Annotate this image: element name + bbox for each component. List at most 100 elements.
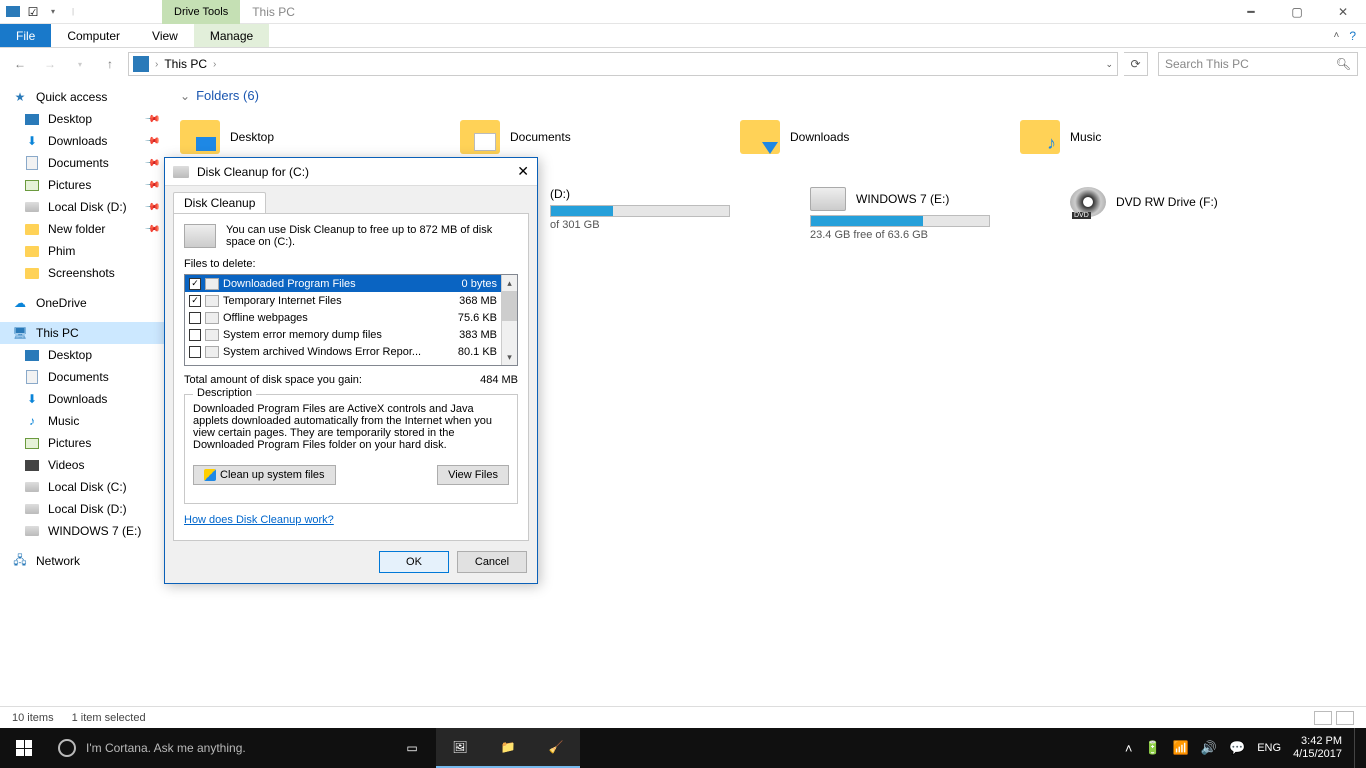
checkbox[interactable]	[189, 346, 201, 358]
sidebar-this-pc[interactable]: 🖥This PC	[0, 322, 166, 344]
dialog-intro-text: You can use Disk Cleanup to free up to 8…	[226, 224, 518, 248]
properties-icon[interactable]: ☑	[24, 3, 42, 21]
drive-label: WINDOWS 7 (E:)	[856, 192, 949, 206]
sidebar-quick-access[interactable]: ★Quick access	[0, 86, 166, 108]
file-row[interactable]: System archived Windows Error Repor...80…	[185, 343, 501, 360]
sidebar-item-local-disk-d-pc[interactable]: Local Disk (D:)	[0, 498, 166, 520]
refresh-button[interactable]: ⟳	[1124, 52, 1148, 76]
dialog-close-button[interactable]: ✕	[517, 163, 529, 180]
dialog-titlebar[interactable]: Disk Cleanup for (C:) ✕	[165, 158, 537, 186]
volume-icon[interactable]: 🔊	[1201, 740, 1217, 756]
sidebar-network[interactable]: 🖧Network	[0, 550, 166, 572]
sidebar-onedrive[interactable]: ☁OneDrive	[0, 292, 166, 314]
details-view-button[interactable]	[1314, 711, 1332, 725]
help-link[interactable]: How does Disk Cleanup work?	[184, 514, 334, 526]
folder-music[interactable]: Music	[1020, 113, 1220, 161]
wifi-icon[interactable]: 📶	[1173, 740, 1189, 756]
checkbox[interactable]: ✓	[189, 295, 201, 307]
folder-downloads[interactable]: Downloads	[740, 113, 940, 161]
file-row[interactable]: ✓Downloaded Program Files0 bytes	[185, 275, 501, 292]
battery-icon[interactable]: 🔋	[1144, 740, 1160, 756]
back-button[interactable]: ←	[8, 52, 32, 76]
chevron-right-icon[interactable]: ›	[155, 59, 158, 70]
ribbon-tab-file[interactable]: File	[0, 24, 51, 47]
sidebar-item-music-pc[interactable]: ♪Music	[0, 410, 166, 432]
sidebar-item-local-disk-d[interactable]: Local Disk (D:)📌	[0, 196, 166, 218]
dvd-icon	[1070, 187, 1106, 217]
drive-icon	[25, 202, 39, 212]
search-input[interactable]: Search This PC 🔍︎	[1158, 52, 1358, 76]
maximize-button[interactable]: ▢	[1274, 0, 1320, 24]
tiles-view-button[interactable]	[1336, 711, 1354, 725]
sidebar-item-documents[interactable]: Documents📌	[0, 152, 166, 174]
sidebar-item-new-folder[interactable]: New folder📌	[0, 218, 166, 240]
context-tab-drive-tools[interactable]: Drive Tools	[162, 0, 240, 24]
drive-dvd-f[interactable]: DVD RW Drive (F:)	[1070, 187, 1270, 241]
file-row[interactable]: Offline webpages75.6 KB	[185, 309, 501, 326]
taskbar-app-diskcleanup[interactable]: 🧹	[532, 728, 580, 768]
tab-disk-cleanup[interactable]: Disk Cleanup	[173, 192, 266, 213]
folder-desktop[interactable]: Desktop	[180, 113, 380, 161]
download-icon: ⬇	[24, 391, 40, 407]
sidebar-item-windows7-e[interactable]: WINDOWS 7 (E:)	[0, 520, 166, 542]
up-button[interactable]: ↑	[98, 52, 122, 76]
taskbar-app-photos[interactable]: 🖼	[436, 728, 484, 768]
sidebar-item-pictures-pc[interactable]: Pictures	[0, 432, 166, 454]
qat-dropdown-icon[interactable]: ▾	[44, 3, 62, 21]
task-view-button[interactable]: ▭	[388, 728, 436, 768]
address-dropdown-icon[interactable]: ⌄	[1105, 59, 1113, 70]
sidebar-item-documents-pc[interactable]: Documents	[0, 366, 166, 388]
recent-dropdown-icon[interactable]: ▾	[68, 52, 92, 76]
ribbon-collapse-icon[interactable]: ˄	[1333, 30, 1339, 41]
sidebar-item-pictures[interactable]: Pictures📌	[0, 174, 166, 196]
drive-label: (D:)	[550, 187, 570, 201]
file-row[interactable]: ✓Temporary Internet Files368 MB	[185, 292, 501, 309]
help-icon[interactable]: ?	[1349, 29, 1356, 43]
document-icon	[26, 370, 38, 384]
ribbon-tab-manage[interactable]: Manage	[194, 24, 269, 47]
minimize-button[interactable]: ━	[1228, 0, 1274, 24]
sidebar-item-desktop-pc[interactable]: Desktop	[0, 344, 166, 366]
language-indicator[interactable]: ENG	[1257, 742, 1281, 754]
scrollbar[interactable]: ▴ ▾	[501, 275, 517, 365]
desktop-icon	[25, 350, 39, 361]
sidebar-item-phim[interactable]: Phim	[0, 240, 166, 262]
sidebar-item-downloads-pc[interactable]: ⬇Downloads	[0, 388, 166, 410]
action-center-icon[interactable]: 💬	[1229, 740, 1245, 756]
chevron-right-icon[interactable]: ›	[213, 59, 216, 70]
close-button[interactable]: ✕	[1320, 0, 1366, 24]
scroll-down-icon[interactable]: ▾	[502, 349, 517, 365]
drive-free-text: of 301 GB	[550, 219, 750, 231]
folder-icon	[180, 120, 220, 154]
cancel-button[interactable]: Cancel	[457, 551, 527, 573]
taskbar-app-explorer[interactable]: 📁	[484, 728, 532, 768]
checkbox[interactable]	[189, 329, 201, 341]
folder-documents[interactable]: Documents	[460, 113, 660, 161]
sidebar-item-screenshots[interactable]: Screenshots	[0, 262, 166, 284]
ribbon-tab-view[interactable]: View	[136, 24, 194, 47]
sidebar-item-desktop[interactable]: Desktop📌	[0, 108, 166, 130]
ok-button[interactable]: OK	[379, 551, 449, 573]
network-icon: 🖧	[12, 553, 28, 569]
checkbox[interactable]	[189, 312, 201, 324]
sidebar-item-local-disk-c[interactable]: Local Disk (C:)	[0, 476, 166, 498]
clock[interactable]: 3:42 PM 4/15/2017	[1293, 735, 1342, 761]
sidebar-item-downloads[interactable]: ⬇Downloads📌	[0, 130, 166, 152]
drive-e[interactable]: WINDOWS 7 (E:) 23.4 GB free of 63.6 GB	[810, 187, 1010, 241]
show-desktop-button[interactable]	[1354, 728, 1360, 768]
scroll-thumb[interactable]	[502, 291, 517, 321]
cleanup-system-files-button[interactable]: Clean up system files	[193, 465, 336, 485]
address-segment[interactable]: This PC	[164, 57, 207, 71]
cortana-search[interactable]: I'm Cortana. Ask me anything.	[48, 728, 388, 768]
drive-d[interactable]: (D:) of 301 GB	[550, 187, 750, 241]
view-files-button[interactable]: View Files	[437, 465, 509, 485]
sidebar-item-videos-pc[interactable]: Videos	[0, 454, 166, 476]
start-button[interactable]	[0, 728, 48, 768]
tray-overflow-icon[interactable]: ˄	[1125, 741, 1133, 756]
folders-section-header[interactable]: Folders (6)	[180, 88, 1352, 103]
scroll-up-icon[interactable]: ▴	[502, 275, 517, 291]
file-row[interactable]: System error memory dump files383 MB	[185, 326, 501, 343]
ribbon-tab-computer[interactable]: Computer	[51, 24, 136, 47]
checkbox[interactable]: ✓	[189, 278, 201, 290]
address-bar[interactable]: › This PC › ⌄	[128, 52, 1118, 76]
